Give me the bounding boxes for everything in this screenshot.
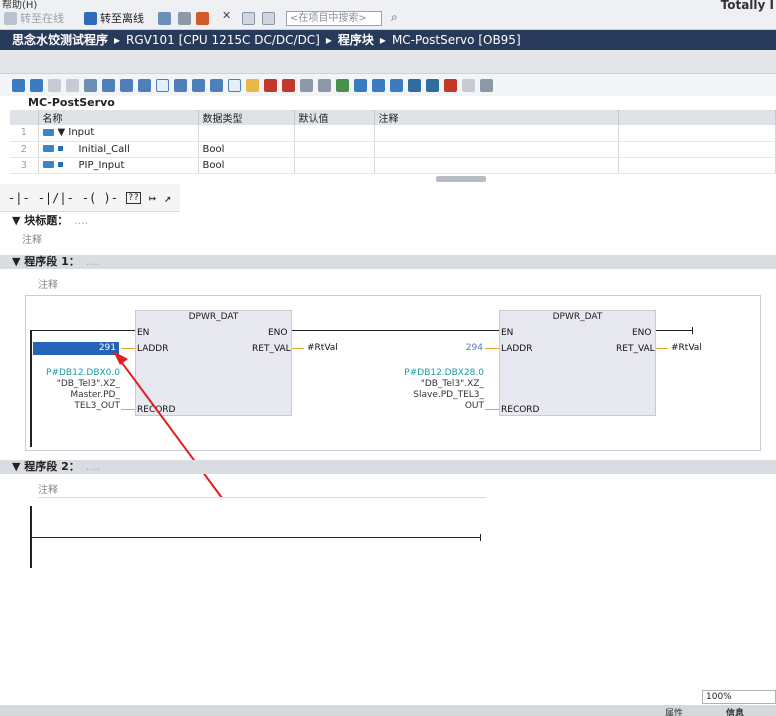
empty-rung[interactable] [31,537,481,538]
tab-properties[interactable]: 属性 [665,706,683,716]
annotation-arrow [113,351,223,499]
network-2-header[interactable]: ▼ 程序段 2：.... [0,460,776,474]
zoom-select[interactable]: 100% [702,690,776,704]
tab-info[interactable]: 信息 [726,706,744,716]
status-bar [0,705,776,716]
network-2-comment[interactable]: 注释 [38,481,58,496]
tia-portal-window: 帮助(H) Totally I 转至在线 转至离线 ✕ <在项目中搜索> ⌕ 思… [0,0,776,716]
